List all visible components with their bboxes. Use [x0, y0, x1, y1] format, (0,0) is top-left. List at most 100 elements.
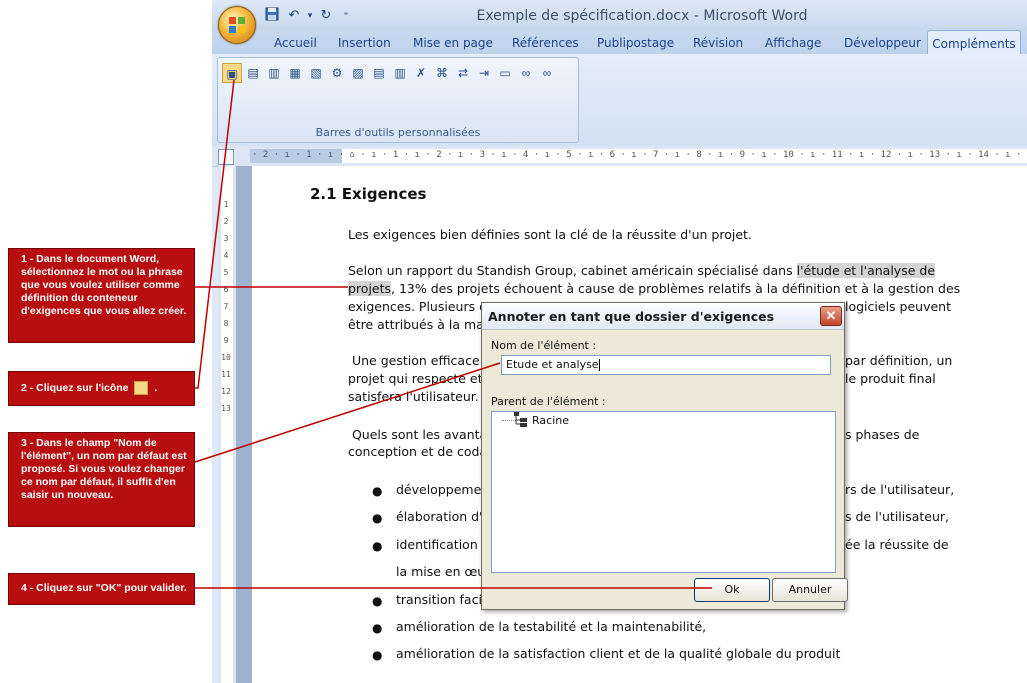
folder-icon[interactable]: ▥ — [264, 63, 284, 83]
paragraph-2-line-2: projets, 13% des projets échouent à caus… — [348, 280, 960, 298]
paragraph-3-line-2: projet qui respecte et — [348, 371, 483, 386]
vruler-number: 5 — [223, 268, 229, 277]
group-label: Barres d'outils personnalisées — [315, 126, 481, 139]
paragraph-4-line-1-right: s phases de — [845, 427, 920, 442]
vruler-number: 3 — [223, 234, 229, 243]
bullet-item-continuation: la mise en œuv — [396, 564, 493, 579]
xml-icon[interactable]: ⇄ — [453, 63, 473, 83]
vruler-number: 8 — [223, 319, 229, 328]
callout-step-2-end: . — [154, 381, 158, 394]
office-button[interactable] — [218, 6, 256, 44]
title-bar: Exemple de spécification.docx - Microsof… — [212, 0, 1027, 30]
paragraph-text: Selon un rapport du Standish Group, cabi… — [348, 263, 797, 278]
tab-mise-en-page[interactable]: Mise en page — [413, 36, 493, 50]
element-name-input[interactable]: Etude et analyse — [501, 355, 831, 375]
redo-icon[interactable]: ↻ — [318, 7, 334, 23]
link-icon[interactable]: ∞ — [516, 63, 536, 83]
folder-icon[interactable]: ▧ — [306, 63, 326, 83]
vruler-number: 7 — [223, 302, 229, 311]
vruler-number: 6 — [223, 285, 229, 294]
custom-toolbar-group: ▣ ▤ ▥ ▦ ▧ ⚙ ▨ ▤ ▥ ✗ ⌘ ⇄ ⇥ ▭ ∞ ∞ Barres d… — [217, 57, 579, 143]
annotate-dialog: Annoter en tant que dossier d'exigences … — [481, 302, 848, 610]
bullet-marker: ● — [372, 648, 383, 662]
bullet-item-right: ée la réussite de — [845, 537, 949, 552]
vruler-number: 9 — [223, 336, 229, 345]
undo-dropdown-icon[interactable]: ▾ — [302, 7, 318, 23]
paragraph-3-line-3: satisfera l'utilisateur. — [348, 389, 479, 404]
bullet-item: identification d — [396, 537, 490, 552]
bullet-item: amélioration de la testabilité et la mai… — [396, 619, 707, 634]
paragraph-2-line-3-right: logiciels peuvent — [845, 299, 951, 314]
tab-references[interactable]: Références — [512, 36, 579, 50]
undo-icon[interactable]: ↶ — [286, 7, 302, 23]
paragraph-text: , 13% des projets échouent à cause de pr… — [391, 281, 961, 296]
selected-text[interactable]: l'étude et l'analyse de — [796, 263, 936, 278]
delete-link-icon[interactable]: ✗ — [411, 63, 431, 83]
bullet-item-right: s de l'utilisateur, — [845, 509, 950, 524]
selected-text[interactable]: projets — [348, 281, 392, 296]
paragraph-1: Les exigences bien définies sont la clé … — [348, 227, 752, 242]
ruler-ticks: · 2 · ı · 1 · ı · ⌂ · ı · 1 · ı · 2 · ı … — [252, 150, 1027, 160]
gear-icon[interactable]: ⚙ — [327, 63, 347, 83]
tree-item-root[interactable]: Racine — [532, 414, 569, 427]
folder-tree-icon — [134, 381, 149, 395]
vruler-number: 12 — [221, 387, 231, 396]
folder-icon[interactable]: ▤ — [243, 63, 263, 83]
paragraph-3-line-1: Une gestion efficace d — [348, 353, 492, 368]
cancel-button[interactable]: Annuler — [772, 578, 848, 602]
bullet-item: amélioration de la satisfaction client e… — [396, 646, 841, 661]
tab-revision[interactable]: Révision — [693, 36, 743, 50]
folder-icon[interactable]: ▤ — [369, 63, 389, 83]
paragraph-4-line-1: Quels sont les avantag — [348, 427, 496, 442]
tab-developpeur[interactable]: Développeur — [844, 36, 921, 50]
callout-step-2-text: 2 - Cliquez sur l'icône — [21, 381, 129, 394]
paragraph-3-line-2-right: le produit final — [845, 371, 936, 386]
close-icon[interactable]: ✕ — [820, 306, 842, 326]
tab-complements[interactable]: Compléments — [927, 30, 1021, 56]
parent-tree[interactable]: Racine — [491, 411, 836, 573]
folder-tree-icon[interactable]: ▣ — [222, 63, 242, 83]
bullet-marker: ● — [372, 594, 383, 608]
paragraph-4-line-2: conception et de coda — [348, 444, 488, 459]
folder-icon[interactable]: ▥ — [390, 63, 410, 83]
bullet-item: développeme — [396, 482, 482, 497]
callout-step-2: 2 - Cliquez sur l'icône . — [8, 371, 195, 406]
callout-step-4: 4 - Cliquez sur "OK" pour valider. — [8, 573, 195, 605]
bullet-marker: ● — [372, 511, 383, 525]
vruler-number: 4 — [223, 251, 229, 260]
tab-complements-label: Compléments — [932, 37, 1016, 51]
vruler-number: 2 — [223, 217, 229, 226]
bullet-item: élaboration d' — [396, 509, 483, 524]
text-cursor — [598, 359, 600, 371]
vertical-ruler-ticks: 1 2 3 4 5 6 7 8 9 10 11 12 13 — [220, 196, 232, 417]
vruler-number: 11 — [221, 370, 231, 379]
ribbon: ▣ ▤ ▥ ▦ ▧ ⚙ ▨ ▤ ▥ ✗ ⌘ ⇄ ⇥ ▭ ∞ ∞ Barres d… — [212, 54, 1027, 147]
section-heading: 2.1 Exigences — [310, 185, 427, 203]
tab-selector[interactable] — [218, 149, 234, 165]
link-icon[interactable]: ∞ — [537, 63, 557, 83]
horizontal-ruler[interactable]: · 2 · ı · 1 · ı · ⌂ · ı · 1 · ı · 2 · ı … — [212, 146, 1027, 167]
callout-step-1: 1 - Dans le document Word, sélectionnez … — [8, 248, 195, 343]
xml-icon[interactable]: ⌘ — [432, 63, 452, 83]
save-icon[interactable] — [264, 7, 280, 23]
tab-accueil[interactable]: Accueil — [274, 36, 317, 50]
parent-label: Parent de l'élément : — [491, 395, 606, 408]
tab-affichage[interactable]: Affichage — [765, 36, 821, 50]
folder-icon[interactable]: ▨ — [348, 63, 368, 83]
xml-icon[interactable]: ⇥ — [474, 63, 494, 83]
dialog-title: Annoter en tant que dossier d'exigences — [488, 309, 775, 324]
tab-publipostage[interactable]: Publipostage — [597, 36, 674, 50]
ok-button[interactable]: Ok — [694, 578, 770, 602]
vruler-number: 13 — [221, 404, 231, 413]
dialog-title-bar[interactable]: Annoter en tant que dossier d'exigences … — [482, 303, 844, 330]
folder-icon[interactable]: ▭ — [495, 63, 515, 83]
folder-icon[interactable]: ▦ — [285, 63, 305, 83]
name-label: Nom de l'élément : — [491, 339, 597, 352]
callout-step-3: 3 - Dans le champ "Nom de l'élément", un… — [8, 432, 195, 527]
element-name-value: Etude et analyse — [506, 358, 599, 371]
bullet-marker: ● — [372, 621, 383, 635]
office-logo-icon — [229, 17, 245, 33]
paragraph-2-line-4: être attribués à la mau — [348, 317, 492, 332]
customize-quick-access-icon[interactable]: ⁼ — [338, 7, 354, 23]
tab-insertion[interactable]: Insertion — [338, 36, 391, 50]
